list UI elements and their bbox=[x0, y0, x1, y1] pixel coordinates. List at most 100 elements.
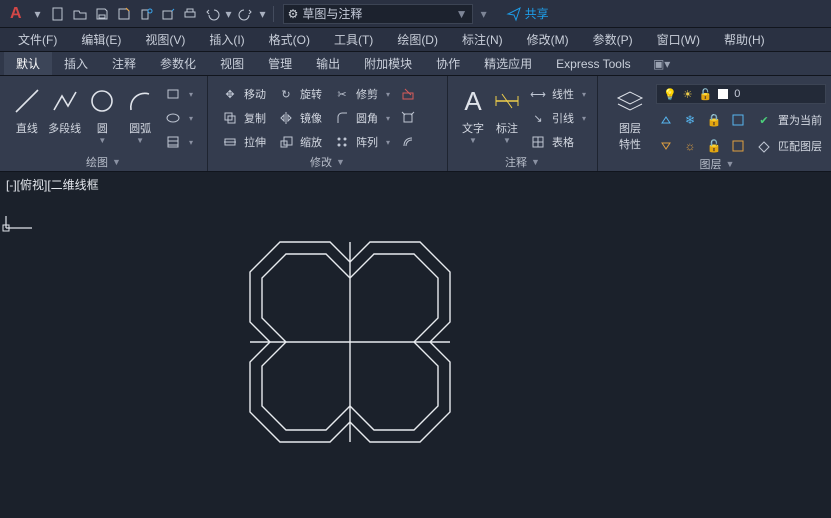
layer-lock-icon[interactable]: 🔒 bbox=[704, 110, 724, 130]
polyline-button[interactable]: 多段线 bbox=[46, 80, 84, 136]
menu-modify[interactable]: 修改(M) bbox=[515, 28, 581, 51]
leader-icon: ↘ bbox=[530, 110, 546, 126]
menu-view[interactable]: 视图(V) bbox=[133, 28, 197, 51]
layer-off-icon[interactable] bbox=[656, 110, 676, 130]
tab-collab[interactable]: 协作 bbox=[424, 52, 472, 75]
layer-thaw-icon[interactable]: ☼ bbox=[680, 136, 700, 156]
offset-icon[interactable] bbox=[398, 132, 418, 152]
menu-dim[interactable]: 标注(N) bbox=[450, 28, 515, 51]
menu-file[interactable]: 文件(F) bbox=[6, 28, 69, 51]
redo-icon[interactable] bbox=[236, 4, 256, 24]
panel-annot-title[interactable]: 注释▼ bbox=[456, 153, 589, 171]
mirror-icon bbox=[278, 110, 294, 126]
undo-icon[interactable] bbox=[202, 4, 222, 24]
plot-icon[interactable] bbox=[180, 4, 200, 24]
menu-bar: 文件(F) 编辑(E) 视图(V) 插入(I) 格式(O) 工具(T) 绘图(D… bbox=[0, 28, 831, 52]
tab-express[interactable]: Express Tools bbox=[544, 52, 642, 75]
panel-layer-title[interactable]: 图层▼ bbox=[606, 156, 828, 172]
line-button[interactable]: 直线 bbox=[8, 80, 46, 136]
layer-uniso-icon[interactable] bbox=[728, 136, 748, 156]
cloud-save-icon[interactable] bbox=[136, 4, 156, 24]
match-layer-button[interactable]: 匹配图层 bbox=[752, 136, 826, 156]
fillet-icon bbox=[334, 110, 350, 126]
menu-tools[interactable]: 工具(T) bbox=[322, 28, 385, 51]
arc-label: 圆弧 bbox=[129, 120, 151, 136]
tab-featured[interactable]: 精选应用 bbox=[472, 52, 544, 75]
tab-view[interactable]: 视图 bbox=[208, 52, 256, 75]
menu-help[interactable]: 帮助(H) bbox=[712, 28, 777, 51]
menu-insert[interactable]: 插入(I) bbox=[197, 28, 256, 51]
make-current-button[interactable]: ✔置为当前 bbox=[752, 110, 826, 130]
scale-button[interactable]: 缩放 bbox=[274, 132, 326, 152]
model-drawing bbox=[0, 172, 831, 518]
move-icon: ✥ bbox=[222, 86, 238, 102]
save-icon[interactable] bbox=[92, 4, 112, 24]
open-icon[interactable] bbox=[70, 4, 90, 24]
polyline-icon bbox=[48, 84, 82, 118]
tab-annotate[interactable]: 注释 bbox=[100, 52, 148, 75]
hatch-icon bbox=[165, 134, 181, 150]
tab-output[interactable]: 输出 bbox=[304, 52, 352, 75]
layer-properties-button[interactable]: 图层 特性 bbox=[606, 80, 654, 152]
copy-button[interactable]: 复制 bbox=[218, 108, 270, 128]
rectangle-icon bbox=[165, 86, 181, 102]
menu-draw[interactable]: 绘图(D) bbox=[385, 28, 450, 51]
rotate-icon: ↻ bbox=[278, 86, 294, 102]
mirror-button[interactable]: 镜像 bbox=[274, 108, 326, 128]
menu-param[interactable]: 参数(P) bbox=[581, 28, 645, 51]
array-button[interactable]: 阵列▾ bbox=[330, 132, 394, 152]
stretch-button[interactable]: 拉伸 bbox=[218, 132, 270, 152]
chevron-down-icon: ▼ bbox=[503, 136, 511, 145]
layer-combo[interactable]: 💡 ☀ 🔓 0 bbox=[656, 84, 826, 104]
qat-caret[interactable]: ▾ bbox=[28, 4, 48, 24]
cloud-open-icon[interactable] bbox=[158, 4, 178, 24]
ribbon: 直线 多段线 圆 ▼ 圆弧 ▼ bbox=[0, 76, 831, 172]
menu-window[interactable]: 窗口(W) bbox=[645, 28, 712, 51]
arc-button[interactable]: 圆弧 ▼ bbox=[121, 80, 159, 145]
fillet-button[interactable]: 圆角▾ bbox=[330, 108, 394, 128]
explode-icon[interactable] bbox=[398, 108, 418, 128]
tab-default[interactable]: 默认 bbox=[4, 52, 52, 75]
dimension-icon bbox=[490, 84, 524, 118]
ellipse-button[interactable]: ▾ bbox=[161, 108, 197, 128]
workspace-combo[interactable]: ⚙ 草图与注释 ▼ bbox=[283, 4, 473, 24]
chevron-down-icon: ▼ bbox=[456, 7, 468, 21]
tab-addins[interactable]: 附加模块 bbox=[352, 52, 424, 75]
hatch-button[interactable]: ▾ bbox=[161, 132, 197, 152]
layer-on-icon[interactable] bbox=[656, 136, 676, 156]
layer-isolate-icon[interactable] bbox=[728, 110, 748, 130]
trim-button[interactable]: ✂修剪▾ bbox=[330, 84, 394, 104]
tab-insert[interactable]: 插入 bbox=[52, 52, 100, 75]
dimension-button[interactable]: 标注 ▼ bbox=[490, 80, 524, 145]
circle-button[interactable]: 圆 ▼ bbox=[84, 80, 122, 145]
new-icon[interactable] bbox=[48, 4, 68, 24]
qat-overflow[interactable]: ▾ bbox=[481, 7, 487, 21]
saveas-icon[interactable] bbox=[114, 4, 134, 24]
layer-name: 0 bbox=[734, 88, 740, 100]
panel-draw-title[interactable]: 绘图▼ bbox=[8, 153, 199, 171]
erase-icon[interactable] bbox=[398, 84, 418, 104]
linear-dim-icon: ⟷ bbox=[530, 86, 546, 102]
linear-dim-button[interactable]: ⟷线性▾ bbox=[526, 84, 590, 104]
move-button[interactable]: ✥移动 bbox=[218, 84, 270, 104]
layer-unlock-icon[interactable]: 🔓 bbox=[704, 136, 724, 156]
array-icon bbox=[334, 134, 350, 150]
tab-parametric[interactable]: 参数化 bbox=[148, 52, 208, 75]
redo-caret[interactable]: ▾ bbox=[258, 4, 268, 24]
text-button[interactable]: A 文字 ▼ bbox=[456, 80, 490, 145]
leader-button[interactable]: ↘引线▾ bbox=[526, 108, 590, 128]
drawing-area[interactable]: [-][俯视][二维线框 bbox=[0, 172, 831, 518]
panel-modify-title[interactable]: 修改▼ bbox=[216, 153, 439, 171]
menu-format[interactable]: 格式(O) bbox=[257, 28, 322, 51]
match-layer-icon bbox=[756, 138, 772, 154]
layer-freeze-icon[interactable]: ❄ bbox=[680, 110, 700, 130]
share-button[interactable]: 共享 bbox=[507, 5, 549, 22]
menu-edit[interactable]: 编辑(E) bbox=[69, 28, 133, 51]
lock-open-icon: 🔓 bbox=[699, 88, 713, 101]
rectangle-button[interactable]: ▾ bbox=[161, 84, 197, 104]
rotate-button[interactable]: ↻旋转 bbox=[274, 84, 326, 104]
tab-manage[interactable]: 管理 bbox=[256, 52, 304, 75]
undo-caret[interactable]: ▾ bbox=[224, 4, 234, 24]
table-button[interactable]: 表格 bbox=[526, 132, 590, 152]
ribbon-minimize-icon[interactable]: ▣▾ bbox=[651, 52, 673, 75]
